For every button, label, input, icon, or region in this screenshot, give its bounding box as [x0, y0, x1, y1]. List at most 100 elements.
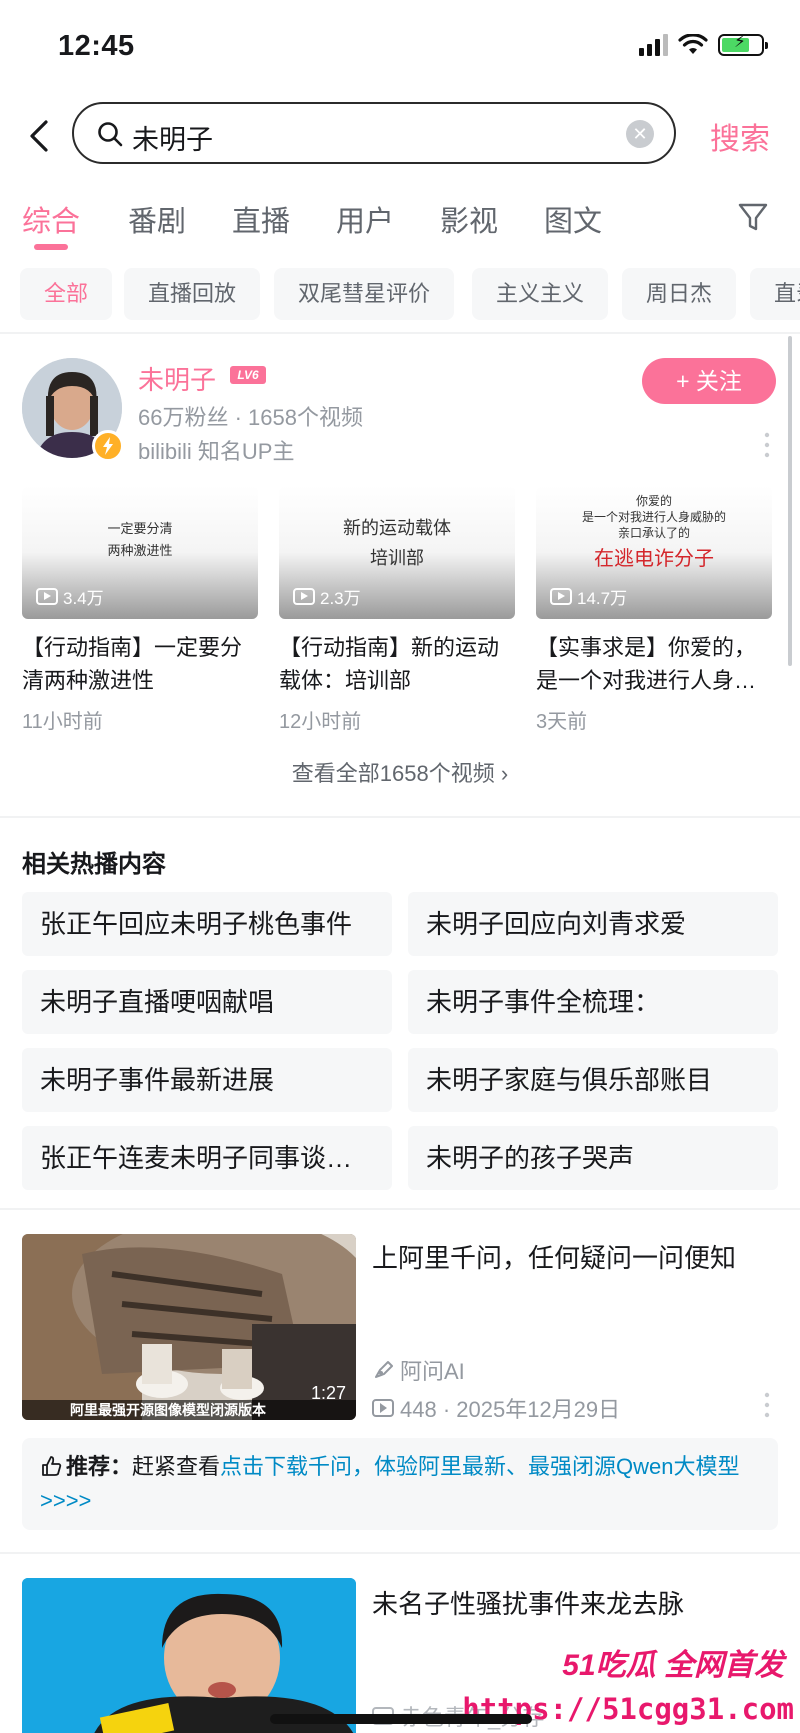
video-meta: 448 · 2025年12月29日 — [372, 1392, 620, 1424]
verified-badge-icon — [92, 430, 124, 462]
play-count: 3.4万 — [36, 584, 104, 609]
chip-live-replay[interactable]: 直播回放 — [124, 268, 261, 320]
play-icon — [36, 588, 58, 605]
more-icon[interactable] — [764, 1392, 770, 1418]
thumbnail-text: 在逃电诈分子 — [594, 546, 714, 570]
recommend-prefix: 推荐： — [66, 1454, 133, 1479]
hot-item[interactable]: 未明子家庭与俱乐部账目 — [408, 1048, 778, 1112]
back-icon[interactable] — [20, 116, 60, 156]
user-stats: 66万粉丝 · 1658个视频 — [138, 405, 363, 430]
play-count: 14.7万 — [550, 584, 627, 609]
thumbnail-text: 一定要分清 — [107, 522, 173, 537]
video-thumbnail: 1:27 阿里最强开源图像模型闭源版本 — [22, 1234, 356, 1420]
follow-button[interactable]: + 关注 — [642, 358, 776, 404]
chip-zhourijie[interactable]: 周日杰 — [622, 268, 737, 320]
search-icon — [98, 122, 123, 147]
status-icons: ⚡ — [639, 32, 768, 56]
thumbnail-text: 新的运动载体 — [343, 518, 451, 539]
tab-bangumi[interactable]: 番剧 — [128, 198, 186, 240]
video-time: 3天前 — [536, 711, 588, 733]
video-thumbnail: 新的运动载体 培训部 2.3万 — [279, 486, 515, 619]
meta-text: 448 · 2025年12月29日 — [400, 1397, 621, 1422]
result-tabs: 综合 番剧 直播 用户 影视 图文 — [0, 188, 800, 254]
chip-all[interactable]: 全部 — [20, 268, 113, 320]
watermark: 51吃瓜 全网首发 https://51cgg31.com — [462, 1640, 794, 1733]
search-input[interactable]: 未明子 ✕ — [72, 102, 676, 164]
video-time: 11小时前 — [22, 711, 103, 733]
recommend-bar[interactable]: 推荐：赶紧查看点击下载千问，体验阿里最新、最强闭源Qwen大模型>>>> — [22, 1438, 778, 1530]
play-count-value: 14.7万 — [577, 589, 628, 608]
hot-item[interactable]: 未明子事件全梳理： — [408, 970, 778, 1034]
wifi-icon — [678, 34, 708, 54]
filter-chips: 全部 直播回放 双尾彗星评价 主义主义 周日杰 直录 — [0, 268, 800, 320]
video-title: 上阿里千问，任何疑问一问便知 — [372, 1243, 737, 1273]
thumb-up-icon — [42, 1456, 62, 1476]
user-video-card[interactable]: 新的运动载体 培训部 2.3万 【行动指南】新的运动载体：培训部 12小时前 — [279, 486, 515, 734]
play-icon — [372, 1399, 394, 1417]
author-name: 阿问AI — [400, 1359, 465, 1384]
tab-users[interactable]: 用户 — [336, 198, 394, 240]
search-button[interactable]: 搜索 — [710, 114, 770, 158]
recommend-text: 赶紧查看 — [132, 1454, 221, 1479]
video-thumbnail: 一定要分清 两种激进性 3.4万 — [22, 486, 258, 619]
user-video-card[interactable]: 一定要分清 两种激进性 3.4万 【行动指南】一定要分清两种激进性 11小时前 — [22, 486, 258, 734]
hot-item[interactable]: 未明子事件最新进展 — [22, 1048, 392, 1112]
tab-comprehensive[interactable]: 综合 — [22, 198, 80, 240]
play-icon — [550, 588, 572, 605]
divider — [0, 1552, 800, 1554]
more-icon[interactable] — [764, 432, 770, 458]
view-all-videos-link[interactable]: 查看全部1658个视频 › — [0, 756, 800, 788]
thumbnail-caption: 阿里最强开源图像模型闭源版本 — [22, 1400, 356, 1420]
level-badge: LV6 — [230, 366, 266, 384]
tab-indicator — [34, 244, 68, 250]
play-count-value: 2.3万 — [320, 589, 361, 608]
user-name[interactable]: 未明子 — [138, 360, 216, 397]
tab-film[interactable]: 影视 — [440, 198, 498, 240]
hot-item[interactable]: 未明子直播哽咽献唱 — [22, 970, 392, 1034]
thumbnail-text: 培训部 — [370, 548, 424, 569]
chip-more[interactable]: 直录 — [750, 268, 800, 320]
home-indicator[interactable] — [270, 1714, 532, 1724]
tab-live[interactable]: 直播 — [232, 198, 290, 240]
ad-tag-icon — [375, 1361, 393, 1378]
search-query: 未明子 — [132, 125, 213, 155]
play-icon — [293, 588, 315, 605]
video-title: 【实事求是】你爱的，是一个对我进行人身… — [536, 635, 757, 693]
signal-icon — [639, 34, 668, 56]
hot-item[interactable]: 未明子回应向刘青求爱 — [408, 892, 778, 956]
video-title: 未名子性骚扰事件来龙去脉 — [372, 1589, 685, 1619]
hot-item[interactable]: 张正午回应未明子桃色事件 — [22, 892, 392, 956]
related-hot-section: 相关热播内容 张正午回应未明子桃色事件 未明子回应向刘青求爱 未明子直播哽咽献唱… — [0, 818, 800, 1198]
section-title: 相关热播内容 — [22, 851, 166, 878]
hot-item[interactable]: 未明子的孩子哭声 — [408, 1126, 778, 1190]
play-count-value: 3.4万 — [63, 589, 104, 608]
tab-articles[interactable]: 图文 — [544, 198, 602, 240]
status-bar: 12:45 ⚡ — [0, 0, 800, 96]
thumbnail-text: 你爱的 — [635, 494, 672, 508]
video-title: 【行动指南】一定要分清两种激进性 — [22, 635, 243, 693]
play-count: 2.3万 — [293, 584, 361, 609]
search-header: 未明子 ✕ 搜索 — [0, 96, 800, 176]
video-author[interactable]: 阿问AI — [372, 1354, 465, 1386]
ad-video-card[interactable]: 1:27 阿里最强开源图像模型闭源版本 上阿里千问，任何疑问一问便知 阿问AI … — [0, 1224, 800, 1554]
scrollbar[interactable] — [788, 336, 792, 666]
filter-icon[interactable] — [736, 200, 770, 234]
thumbnail-text: 两种激进性 — [107, 544, 173, 559]
hot-item[interactable]: 张正午连麦未明子同事谈… — [22, 1126, 392, 1190]
user-card: 未明子 LV6 66万粉丝 · 1658个视频 bilibili 知名UP主 +… — [0, 336, 800, 812]
video-time: 12小时前 — [279, 711, 362, 733]
status-time: 12:45 — [58, 30, 135, 62]
thumbnail-text: 亲口承认了的 — [617, 526, 690, 540]
chip-comet-review[interactable]: 双尾彗星评价 — [274, 268, 455, 320]
user-description: bilibili 知名UP主 — [138, 439, 295, 464]
battery-icon: ⚡ — [718, 32, 768, 56]
chip-zhuyi[interactable]: 主义主义 — [472, 268, 609, 320]
video-thumbnail: 你爱的 是一个对我进行人身威胁的 亲口承认了的 在逃电诈分子 14.7万 — [536, 486, 772, 619]
user-video-card[interactable]: 你爱的 是一个对我进行人身威胁的 亲口承认了的 在逃电诈分子 14.7万 【实事… — [536, 486, 772, 734]
video-title: 【行动指南】新的运动载体：培训部 — [279, 635, 500, 693]
divider — [0, 332, 800, 334]
clear-icon[interactable]: ✕ — [626, 120, 654, 148]
divider — [0, 1208, 800, 1210]
video-thumbnail — [22, 1578, 356, 1733]
watermark-brand: 51吃瓜 全网首发 — [562, 1649, 784, 1682]
